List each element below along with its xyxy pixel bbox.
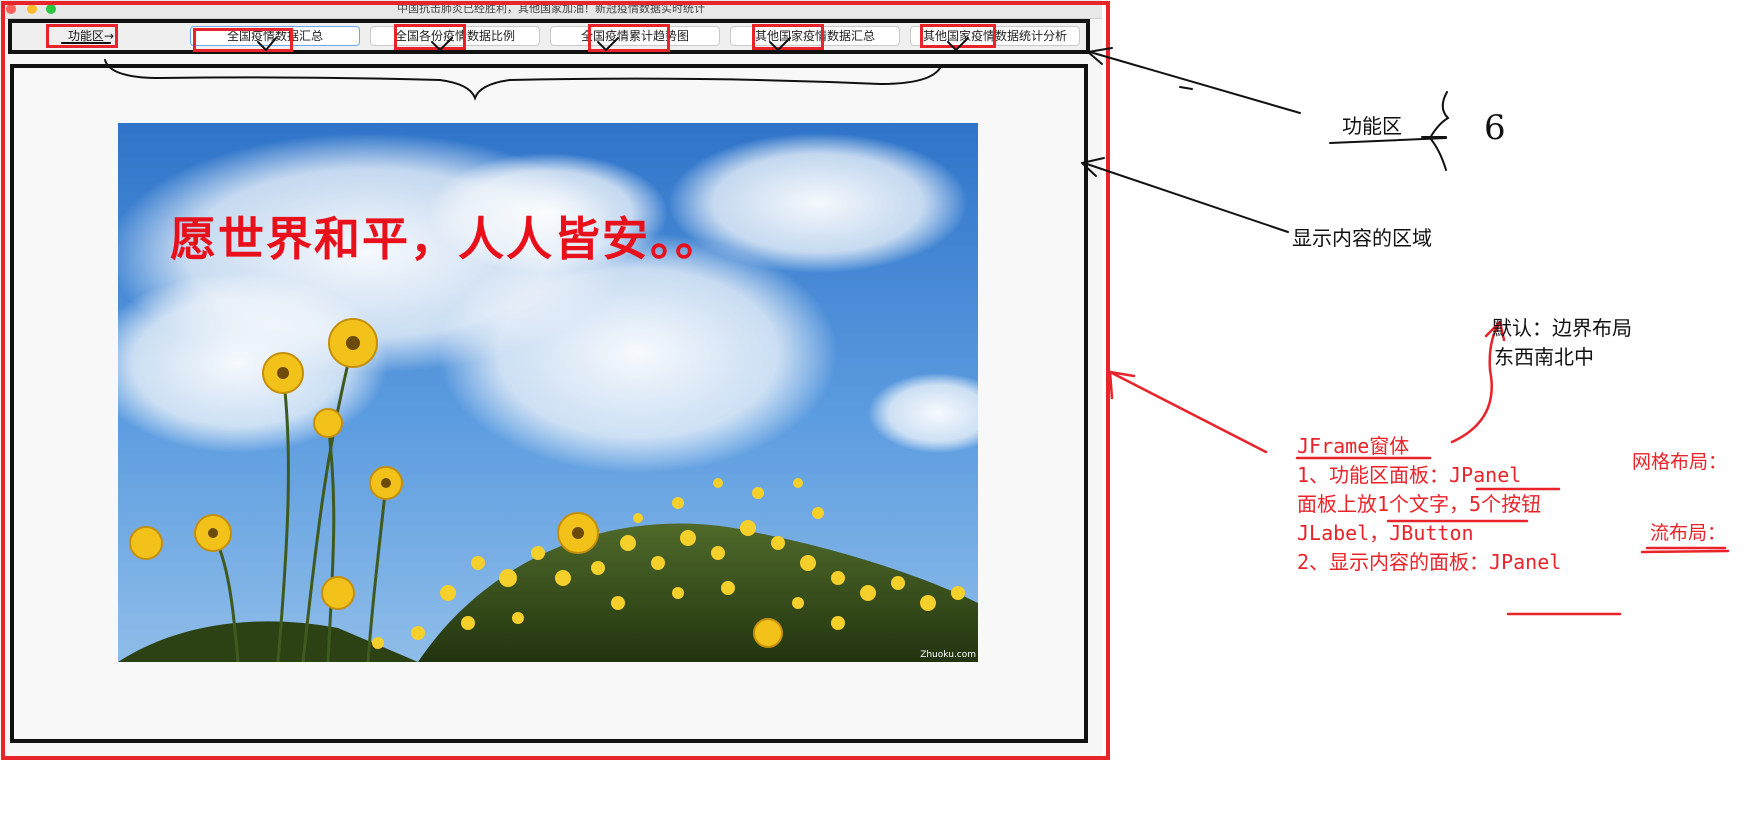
note-default-layout: 默认：边界布局 — [1492, 316, 1632, 340]
jframe-note-line: 2、显示内容的面板：JPanel — [1297, 550, 1562, 574]
note-function-area: 功能区 — [1342, 114, 1402, 138]
note-directions: 东西南北中 — [1494, 345, 1594, 369]
jframe-note-line: JFrame窗体 — [1297, 434, 1410, 458]
jframe-note-line: 1、功能区面板：JPanel — [1297, 463, 1522, 487]
note-grid-layout: 网格布局： — [1632, 451, 1728, 473]
jframe-notes: JFrame窗体 1、功能区面板：JPanel 面板上放1个文字，5个按钮 JL… — [1297, 432, 1561, 577]
note-count: 6 — [1484, 108, 1506, 148]
jframe-note-line: 面板上放1个文字，5个按钮 — [1297, 492, 1542, 516]
note-flow-layout: 流布局： — [1650, 522, 1727, 544]
note-display-area: 显示内容的区域 — [1292, 226, 1432, 250]
jframe-note-line: JLabel，JButton — [1297, 521, 1474, 545]
